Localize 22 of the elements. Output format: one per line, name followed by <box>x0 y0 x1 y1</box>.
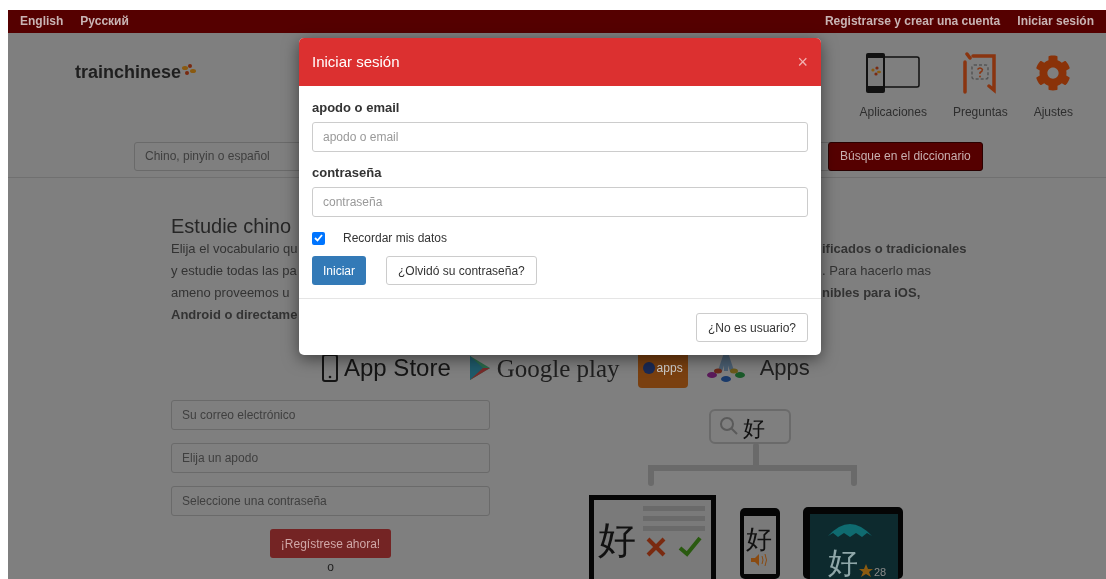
chinese-character: 好 <box>598 518 636 562</box>
star-count: 28 <box>874 566 887 578</box>
store-name: Apps <box>759 357 810 379</box>
field-label: contraseña <box>312 165 383 181</box>
intro-text: Elija el vocabulario qu <box>171 241 298 257</box>
separator-text: o <box>327 560 334 574</box>
dialog-title: Iniciar sesión <box>312 51 400 72</box>
intro-heading: Estudie chino <box>171 214 292 238</box>
store-name: apps <box>656 362 683 374</box>
intro-text: nibles para iOS, <box>822 284 921 303</box>
intro-text: y estudie todas las pa <box>171 263 297 279</box>
store-name: App Store <box>344 356 451 380</box>
store-name: Google play <box>496 355 620 381</box>
remember-label: Recordar mis datos <box>343 230 448 247</box>
field-label: apodo o email <box>312 100 401 116</box>
intro-text: ameno proveemos u <box>171 285 290 301</box>
chinese-character: 好 <box>746 524 772 554</box>
intro-text: . Para hacerlo mas <box>822 262 932 281</box>
intro-text: Android o directame <box>171 307 298 323</box>
chinese-character: 好 <box>743 416 765 441</box>
chinese-character: 好 <box>828 545 858 579</box>
intro-text: ificados o tradicionales <box>822 240 967 259</box>
